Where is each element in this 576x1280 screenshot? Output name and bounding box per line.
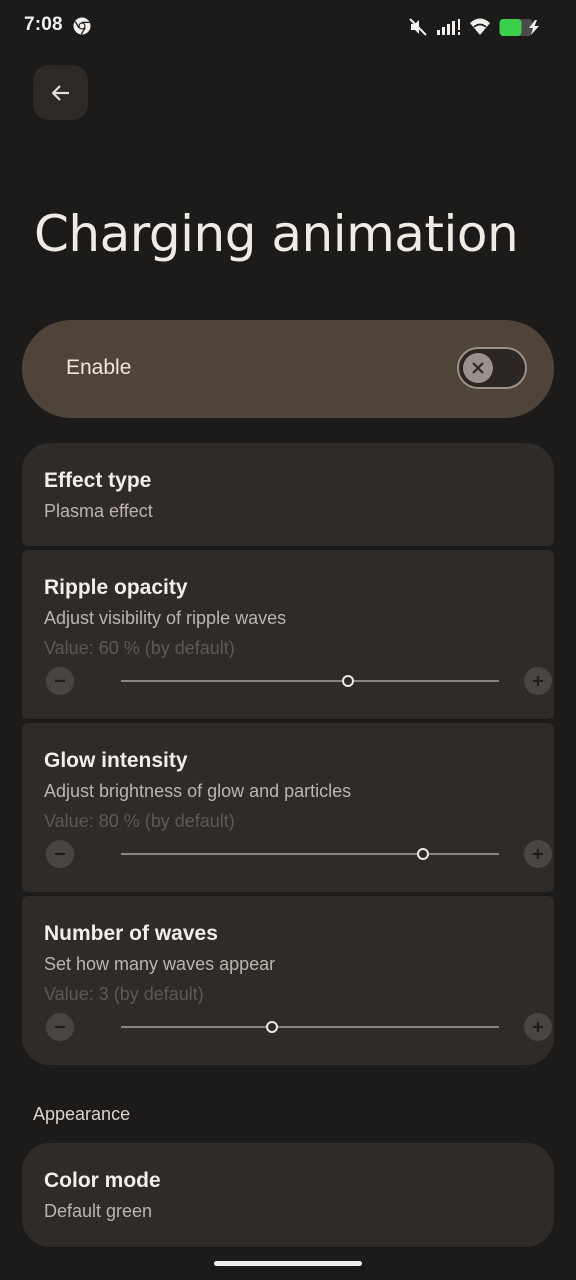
enable-toggle[interactable] (457, 347, 527, 389)
glow-intensity-item: Glow intensity Adjust brightness of glow… (22, 723, 554, 892)
minus-icon (55, 1025, 65, 1029)
battery-charging-icon (499, 19, 539, 36)
minus-icon (55, 679, 65, 683)
plus-icon (533, 1022, 543, 1032)
glow-intensity-thumb[interactable] (417, 848, 430, 860)
gesture-navigation-bar[interactable] (214, 1261, 362, 1266)
number-of-waves-thumb[interactable] (266, 1021, 279, 1033)
ripple-opacity-title: Ripple opacity (44, 576, 188, 599)
status-bar: 7:08 (0, 0, 576, 52)
close-icon (472, 362, 484, 374)
glow-intensity-subtitle: Adjust brightness of glow and particles (44, 781, 352, 801)
effect-type-item[interactable]: Effect type Plasma effect (22, 443, 554, 546)
glow-intensity-decrease-button[interactable] (46, 840, 74, 868)
ripple-opacity-item: Ripple opacity Adjust visibility of ripp… (22, 550, 554, 719)
color-mode-item[interactable]: Color mode Default green (22, 1143, 554, 1247)
arrow-back-icon (51, 84, 69, 101)
number-of-waves-decrease-button[interactable] (46, 1013, 74, 1041)
ripple-opacity-track[interactable] (121, 675, 499, 687)
ripple-opacity-value: Value: 60 % (by default) (44, 638, 235, 658)
minus-icon (55, 852, 65, 856)
wifi-icon (470, 18, 490, 35)
page-title: Charging animation (34, 205, 519, 263)
number-of-waves-slider (44, 1012, 552, 1042)
number-of-waves-increase-button[interactable] (524, 1013, 552, 1041)
ripple-opacity-slider (44, 666, 552, 696)
glow-intensity-increase-button[interactable] (524, 840, 552, 868)
glow-intensity-value: Value: 80 % (by default) (44, 811, 235, 831)
back-button[interactable] (33, 65, 88, 120)
ripple-opacity-subtitle: Adjust visibility of ripple waves (44, 608, 287, 628)
ripple-opacity-thumb[interactable] (341, 675, 354, 687)
mute-icon (409, 18, 427, 36)
glow-intensity-slider (44, 839, 552, 869)
number-of-waves-value: Value: 3 (by default) (44, 984, 204, 1004)
glow-intensity-track[interactable] (121, 848, 499, 860)
number-of-waves-track[interactable] (121, 1021, 499, 1033)
enable-row[interactable]: Enable (22, 320, 554, 418)
glow-intensity-title: Glow intensity (44, 749, 188, 772)
plus-icon (533, 849, 543, 859)
chrome-icon (73, 17, 91, 35)
status-time: 7:08 (24, 14, 63, 35)
enable-label: Enable (66, 356, 132, 379)
ripple-opacity-decrease-button[interactable] (46, 667, 74, 695)
plus-icon (533, 676, 543, 686)
appearance-section-header: Appearance (33, 1104, 131, 1124)
ripple-opacity-increase-button[interactable] (524, 667, 552, 695)
effect-type-subtitle: Plasma effect (44, 501, 153, 521)
effect-type-title: Effect type (44, 469, 152, 492)
number-of-waves-title: Number of waves (44, 922, 218, 945)
toggle-thumb (463, 353, 493, 383)
number-of-waves-item: Number of waves Set how many waves appea… (22, 896, 554, 1065)
number-of-waves-subtitle: Set how many waves appear (44, 954, 276, 974)
color-mode-title: Color mode (44, 1169, 161, 1192)
color-mode-subtitle: Default green (44, 1201, 153, 1221)
signal-icon (437, 19, 460, 35)
